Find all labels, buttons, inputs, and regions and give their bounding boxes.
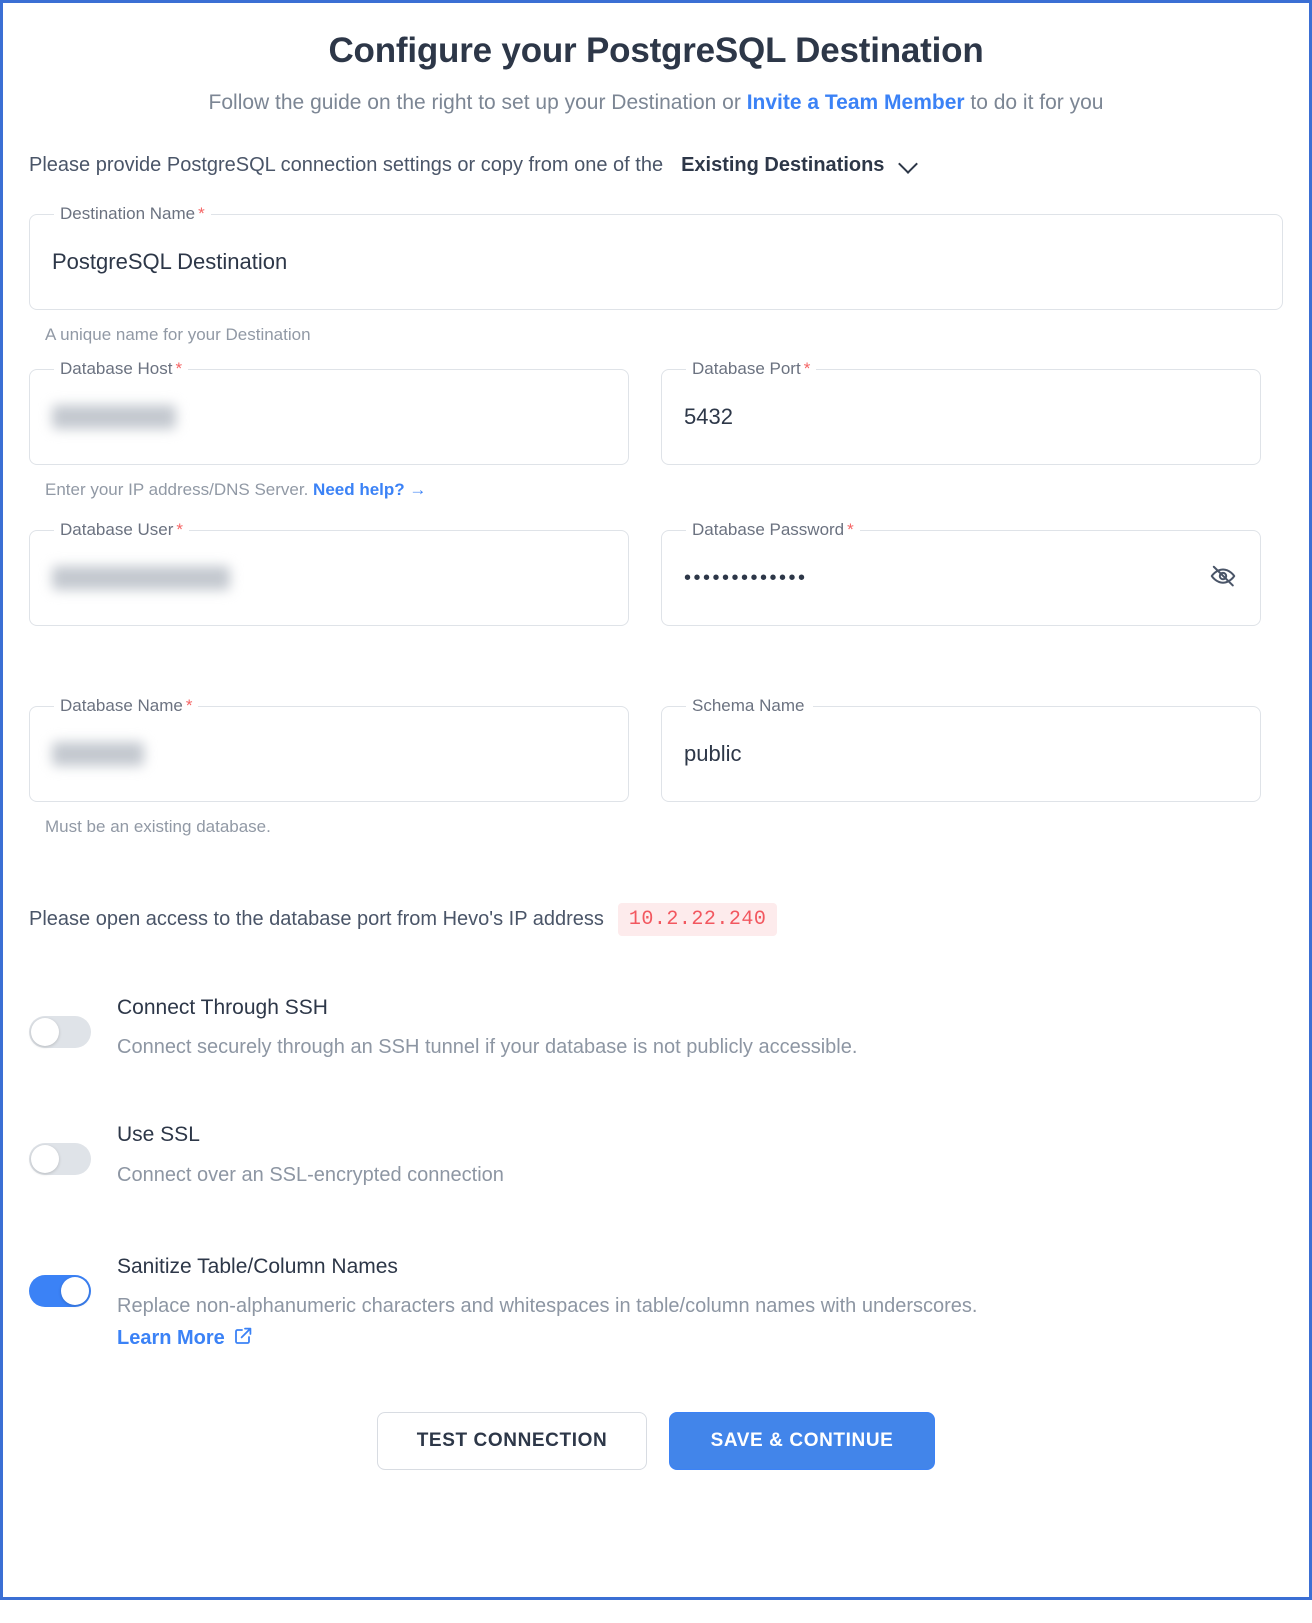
sanitize-description: Replace non-alphanumeric characters and … xyxy=(117,1294,978,1317)
arrow-right-icon: → xyxy=(409,480,427,500)
database-user-label: Database User * xyxy=(54,520,190,541)
toggle-knob xyxy=(61,1276,89,1305)
connect-through-ssh-title: Connect Through SSH xyxy=(117,996,328,1020)
hevo-ip-note-text: Please open access to the database port … xyxy=(29,908,604,931)
subtitle-text-before: Follow the guide on the right to set up … xyxy=(208,90,741,114)
learn-more-link[interactable]: Learn More xyxy=(117,1326,253,1352)
chevron-down-icon[interactable] xyxy=(900,156,918,174)
connect-through-ssh-texts: Connect Through SSH Connect securely thr… xyxy=(117,992,857,1061)
use-ssl-toggle[interactable] xyxy=(29,1143,91,1176)
database-user-block: Database User* hevo_user_name xyxy=(29,520,629,627)
configure-destination-page: Configure your PostgreSQL Destination Fo… xyxy=(0,0,1312,1600)
database-name-hint: Must be an existing database. xyxy=(45,817,271,837)
schema-name-field[interactable]: Schema Name public xyxy=(661,696,1261,803)
database-user-value: hevo_user_name xyxy=(52,566,231,591)
page-title: Configure your PostgreSQL Destination xyxy=(328,31,984,70)
database-name-block: Database Name* postgres Must be an exist… xyxy=(29,696,629,837)
destination-name-value: PostgreSQL Destination xyxy=(52,249,288,275)
hevo-ip-note: Please open access to the database port … xyxy=(29,903,1283,937)
database-host-label: Database Host * xyxy=(54,359,189,380)
save-and-continue-button[interactable]: SAVE & CONTINUE xyxy=(669,1411,935,1470)
database-port-field[interactable]: Database Port * 5432 xyxy=(661,359,1261,466)
required-asterisk: * xyxy=(176,520,184,540)
use-ssl-title: Use SSL xyxy=(117,1123,200,1147)
database-password-block: Database Password * ••••••••••••• xyxy=(661,520,1261,627)
toggle-knob xyxy=(31,1018,59,1047)
subtitle-text-after: to do it for you xyxy=(970,90,1104,114)
database-name-label: Database Name * xyxy=(54,696,199,717)
dbname-schema-row: Database Name* postgres Must be an exist… xyxy=(29,696,1283,837)
form-actions: TEST CONNECTION SAVE & CONTINUE xyxy=(29,1411,1283,1470)
database-port-block: Database Port * 5432 xyxy=(661,359,1261,500)
need-help-link[interactable]: Need help? xyxy=(313,480,405,499)
invite-team-member-link[interactable]: Invite a Team Member xyxy=(747,91,965,114)
database-user-field[interactable]: Database User* hevo_user_name xyxy=(29,520,629,627)
required-asterisk: * xyxy=(198,204,205,224)
user-password-row: Database User* hevo_user_name Database P… xyxy=(29,520,1283,627)
toggle-row-connect-through-ssh: Connect Through SSH Connect securely thr… xyxy=(29,992,1283,1061)
test-connection-button[interactable]: TEST CONNECTION xyxy=(377,1411,647,1470)
database-host-block: Database Host* 10.0.16.130 Enter your IP… xyxy=(29,359,629,500)
learn-more-label: Learn More xyxy=(117,1327,225,1350)
required-asterisk: * xyxy=(803,359,811,379)
destination-name-label: Destination Name * xyxy=(54,204,211,225)
toggle-row-sanitize-table-column-names: Sanitize Table/Column Names Replace non-… xyxy=(29,1251,1283,1352)
schema-name-label: Schema Name xyxy=(686,696,814,717)
toggle-row-use-ssl: Use SSL Connect over an SSL-encrypted co… xyxy=(29,1119,1283,1188)
destination-name-block: Destination Name * PostgreSQL Destination… xyxy=(29,204,1283,345)
sanitize-title: Sanitize Table/Column Names xyxy=(117,1254,398,1278)
database-host-value: 10.0.16.130 xyxy=(52,405,177,430)
database-name-value: postgres xyxy=(52,742,145,767)
sanitize-texts: Sanitize Table/Column Names Replace non-… xyxy=(117,1251,977,1352)
schema-name-block: Schema Name public xyxy=(661,696,1261,837)
connect-through-ssh-toggle[interactable] xyxy=(29,1016,91,1049)
copy-from-existing-row: Please provide PostgreSQL connection set… xyxy=(29,152,1283,178)
database-host-hint: Enter your IP address/DNS Server. Need h… xyxy=(29,480,629,500)
required-asterisk: * xyxy=(175,359,183,379)
database-name-field[interactable]: Database Name* postgres xyxy=(29,696,629,803)
destination-name-hint: A unique name for your Destination xyxy=(45,325,311,345)
destination-name-field[interactable]: Destination Name * PostgreSQL Destination xyxy=(29,204,1283,311)
external-link-icon xyxy=(233,1326,253,1352)
database-password-field[interactable]: Database Password * ••••••••••••• xyxy=(661,520,1261,627)
database-password-value: ••••••••••••• xyxy=(684,567,808,590)
database-password-label: Database Password * xyxy=(686,520,860,541)
database-port-value: 5432 xyxy=(684,404,733,430)
toggle-knob xyxy=(31,1145,59,1174)
sanitize-table-column-names-toggle[interactable] xyxy=(29,1274,91,1307)
hevo-ip-badge: 10.2.22.240 xyxy=(617,903,778,937)
eye-off-icon[interactable] xyxy=(1208,563,1238,594)
required-asterisk: * xyxy=(185,696,193,716)
connect-through-ssh-description: Connect securely through an SSH tunnel i… xyxy=(117,1036,858,1059)
use-ssl-texts: Use SSL Connect over an SSL-encrypted co… xyxy=(117,1119,504,1188)
host-port-row: Database Host* 10.0.16.130 Enter your IP… xyxy=(29,359,1283,500)
copy-from-text: Please provide PostgreSQL connection set… xyxy=(29,154,664,177)
database-port-label: Database Port * xyxy=(686,359,817,380)
schema-name-value: public xyxy=(684,741,742,767)
use-ssl-description: Connect over an SSL-encrypted connection xyxy=(117,1163,504,1186)
existing-destinations-dropdown[interactable]: Existing Destinations xyxy=(681,152,884,178)
database-host-hint-text: Enter your IP address/DNS Server. xyxy=(45,480,309,500)
database-host-field[interactable]: Database Host* 10.0.16.130 xyxy=(29,359,629,466)
page-subtitle: Follow the guide on the right to set up … xyxy=(29,89,1283,116)
required-asterisk: * xyxy=(847,520,854,540)
